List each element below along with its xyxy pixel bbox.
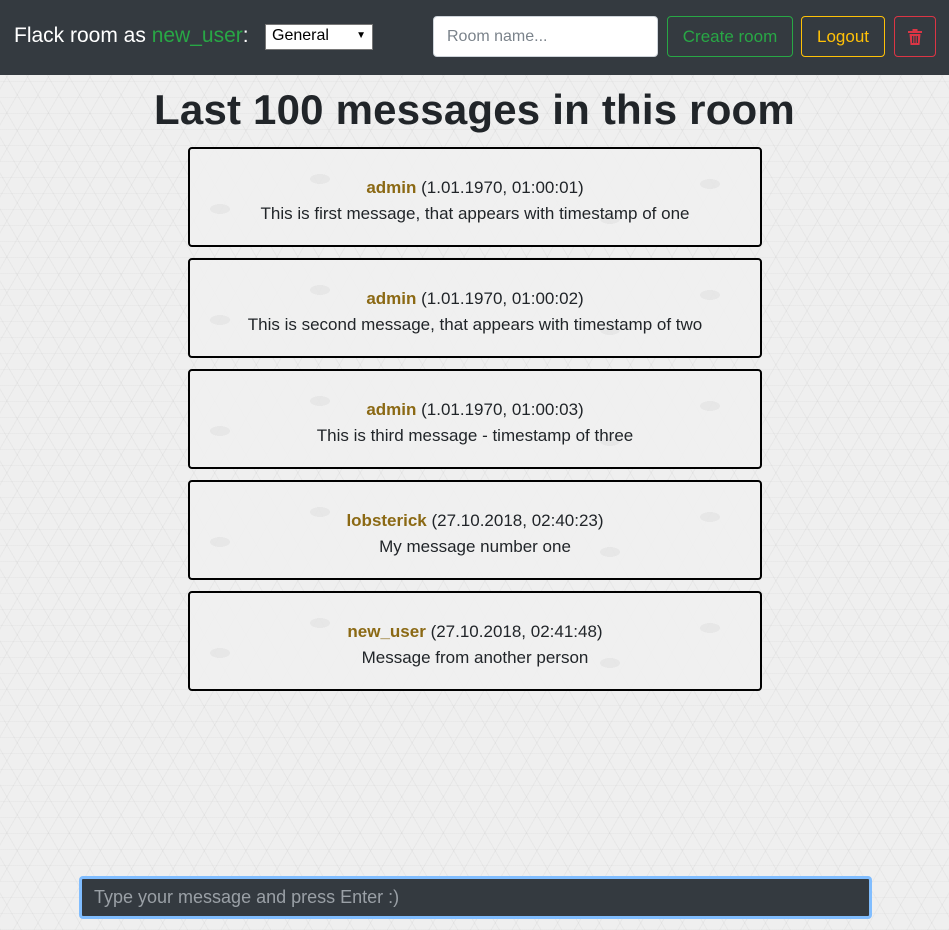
message-text: This is second message, that appears wit… [247,315,703,334]
create-room-button[interactable]: Create room [667,16,793,57]
message-timestamp: (1.01.1970, 01:00:02) [421,289,584,308]
message-header: new_user (27.10.2018, 02:41:48) [190,619,760,645]
brand-suffix: : [242,24,249,47]
room-name-input[interactable] [433,16,658,57]
message-author: lobsterick [346,511,427,530]
trash-icon [908,28,922,45]
message-card: new_user (27.10.2018, 02:41:48) Message … [188,591,762,691]
room-select[interactable]: General ▼ [265,24,373,50]
message-card: admin (1.01.1970, 01:00:03) This is thir… [188,369,762,469]
top-navbar: Flack room as new_user: General ▼ Create… [0,0,949,75]
message-timestamp: (27.10.2018, 02:41:48) [430,622,603,641]
message-text: This is third message - timestamp of thr… [316,426,634,445]
brand-title: Flack room as new_user: [14,24,249,48]
dropdown-arrow-icon: ▼ [356,30,366,41]
message-header: admin (1.01.1970, 01:00:02) [190,286,760,312]
message-text: My message number one [379,537,571,556]
room-select-value: General [272,27,329,44]
message-list: admin (1.01.1970, 01:00:01) This is firs… [188,147,762,702]
message-timestamp: (1.01.1970, 01:00:03) [421,400,584,419]
page-title: Last 100 messages in this room [154,86,795,133]
message-author: admin [366,400,417,419]
message-card: admin (1.01.1970, 01:00:01) This is firs… [188,147,762,247]
message-text: Message from another person [361,648,589,667]
delete-room-button[interactable] [894,16,936,57]
logout-button[interactable]: Logout [801,16,885,57]
message-card: admin (1.01.1970, 01:00:02) This is seco… [188,258,762,358]
message-text: This is first message, that appears with… [260,204,690,223]
current-username: new_user [151,24,243,47]
message-card: lobsterick (27.10.2018, 02:40:23) My mes… [188,480,762,580]
brand-prefix: Flack room as [14,24,152,47]
message-header: lobsterick (27.10.2018, 02:40:23) [190,508,760,534]
message-header: admin (1.01.1970, 01:00:01) [190,175,760,201]
message-header: admin (1.01.1970, 01:00:03) [190,397,760,423]
message-author: new_user [347,622,426,641]
message-composer-input[interactable] [79,876,872,919]
message-timestamp: (27.10.2018, 02:40:23) [431,511,604,530]
message-author: admin [366,289,417,308]
message-author: admin [366,178,417,197]
message-timestamp: (1.01.1970, 01:00:01) [421,178,584,197]
